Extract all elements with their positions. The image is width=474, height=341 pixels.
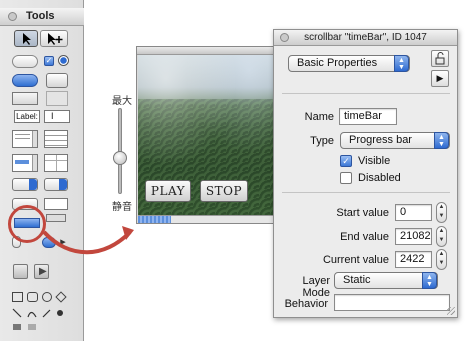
visible-checkbox[interactable]: ✓ <box>340 155 352 167</box>
chevron-updown-icon: ▲ ▼ <box>422 272 437 289</box>
end-value-field[interactable]: 21082 <box>395 228 432 245</box>
chevron-updown-icon: ▲ ▼ <box>434 132 449 149</box>
end-value-label: End value <box>340 231 389 243</box>
run-button[interactable]: ▶ <box>431 70 449 87</box>
type-label: Type <box>310 135 334 147</box>
divider <box>282 93 450 94</box>
name-field[interactable]: timeBar <box>339 108 397 125</box>
start-value-stepper[interactable]: ▲ ▼ <box>436 202 447 223</box>
inspector-title: scrollbar "timeBar", ID 1047 <box>304 32 427 43</box>
lock-icon <box>435 52 445 65</box>
behavior-label: Behavior <box>284 298 328 310</box>
check-icon: ✓ <box>342 156 350 166</box>
lock-button[interactable] <box>431 50 449 67</box>
name-label: Name <box>304 111 334 123</box>
start-value-label: Start value <box>336 207 389 219</box>
resize-handle[interactable] <box>447 307 455 315</box>
behavior-field[interactable] <box>334 294 450 311</box>
layer-mode-popup[interactable]: Static ▲ ▼ <box>334 272 438 289</box>
chevron-updown-icon: ▲ ▼ <box>394 55 409 72</box>
start-value-field[interactable]: 0 <box>395 204 432 221</box>
layer-mode-label: Layer Mode <box>302 275 330 299</box>
play-icon: ▶ <box>436 73 444 83</box>
close-icon[interactable] <box>280 33 289 42</box>
inspector-titlebar[interactable]: scrollbar "timeBar", ID 1047 <box>274 30 457 46</box>
current-value-label: Current value <box>322 254 389 266</box>
current-value-field[interactable]: 2422 <box>395 251 432 268</box>
layer-mode-value: Static <box>343 274 371 286</box>
section-popup[interactable]: Basic Properties ▲ ▼ <box>288 55 410 72</box>
visible-label: Visible <box>358 155 391 167</box>
type-popup[interactable]: Progress bar ▲ ▼ <box>340 132 450 149</box>
disabled-checkbox[interactable] <box>340 172 352 184</box>
type-popup-value: Progress bar <box>349 134 412 146</box>
disabled-label: Disabled <box>358 172 401 184</box>
current-value-stepper[interactable]: ▲ ▼ <box>436 249 447 270</box>
divider <box>282 192 450 193</box>
end-value-stepper[interactable]: ▲ ▼ <box>436 226 447 247</box>
section-popup-value: Basic Properties <box>297 57 378 69</box>
property-inspector: scrollbar "timeBar", ID 1047 Basic Prope… <box>273 29 458 318</box>
